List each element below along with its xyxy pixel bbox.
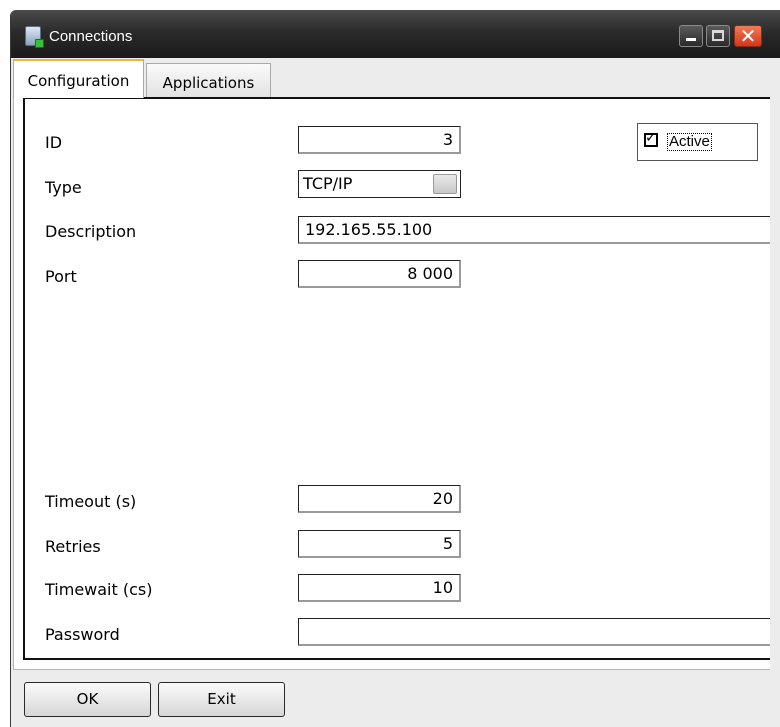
minimize-button[interactable] xyxy=(679,25,703,47)
timeout-label: Timeout (s) xyxy=(45,492,137,511)
timewait-field[interactable]: 10 xyxy=(298,574,461,602)
id-field[interactable]: 3 xyxy=(298,126,461,154)
maximize-icon xyxy=(712,30,724,41)
id-label: ID xyxy=(45,133,63,152)
close-button[interactable]: ✕ xyxy=(734,25,762,47)
checkmark-icon: ✓ xyxy=(645,130,657,146)
active-checkbox[interactable]: ✓ xyxy=(644,130,658,147)
type-select-value: TCP/IP xyxy=(303,174,353,193)
exit-button[interactable]: Exit xyxy=(158,682,285,717)
password-field[interactable] xyxy=(298,618,770,646)
description-label: Description xyxy=(45,222,137,241)
description-field[interactable]: 192.165.55.100 xyxy=(298,216,770,244)
tab-configuration[interactable]: Configuration xyxy=(13,59,144,98)
window-title: Connections xyxy=(49,28,133,45)
port-field[interactable]: 8 000 xyxy=(298,260,461,288)
type-dropdown-button[interactable] xyxy=(433,174,457,194)
minimize-icon xyxy=(686,38,696,41)
app-icon xyxy=(25,26,44,48)
type-label: Type xyxy=(45,178,82,197)
timeout-field[interactable]: 20 xyxy=(298,485,461,513)
retries-field[interactable]: 5 xyxy=(298,530,461,558)
retries-label: Retries xyxy=(45,537,101,556)
timewait-label: Timewait (cs) xyxy=(45,580,153,599)
port-label: Port xyxy=(45,267,77,286)
password-label: Password xyxy=(45,625,120,644)
maximize-button[interactable] xyxy=(706,25,730,47)
ok-button[interactable]: OK xyxy=(24,682,151,717)
active-label[interactable]: Active xyxy=(667,133,712,151)
status-dot-icon xyxy=(35,39,44,48)
active-checkbox-group[interactable]: ✓ Active xyxy=(637,123,758,161)
title-bar[interactable]: Connections ✕ xyxy=(11,10,780,58)
close-icon: ✕ xyxy=(739,24,757,48)
type-select[interactable]: TCP/IP xyxy=(298,170,461,198)
tab-applications[interactable]: Applications xyxy=(146,63,271,98)
